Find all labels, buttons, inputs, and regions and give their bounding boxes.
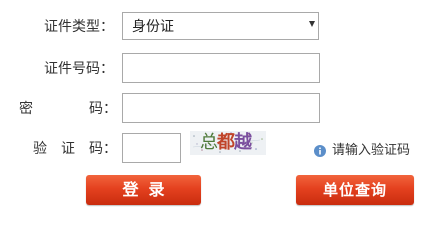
password-label-first: 密: [19, 101, 33, 117]
captcha-label-first: 验: [33, 141, 47, 157]
cert-type-label: 证件类型：: [44, 19, 114, 35]
captcha-char-2: 都: [217, 132, 235, 153]
captcha-input[interactable]: [122, 133, 181, 163]
captcha-char-3: 越: [234, 132, 252, 153]
login-button[interactable]: 登录: [86, 175, 201, 205]
password-input[interactable]: [122, 93, 320, 123]
cert-number-input[interactable]: [122, 53, 320, 83]
unit-query-button[interactable]: 单位查询: [296, 175, 414, 205]
captcha-image[interactable]: 总都越: [190, 131, 266, 155]
captcha-char-1: 总: [200, 132, 218, 153]
password-label-second: 码：: [89, 101, 117, 117]
captcha-label-third: 码：: [89, 141, 117, 157]
info-icon: [314, 145, 326, 157]
login-form: 证件类型： 身份证 证件号码： 密 码： 验 证 码： 总都越 请输入验证码 登…: [0, 0, 441, 209]
captcha-label-second: 证: [61, 141, 75, 157]
captcha-hint-text: 请输入验证码: [332, 143, 411, 158]
cert-type-select[interactable]: 身份证: [122, 12, 319, 40]
cert-type-selected-value: 身份证: [132, 19, 174, 35]
chevron-down-icon: [309, 21, 315, 27]
cert-number-label: 证件号码：: [44, 61, 114, 77]
captcha-text: 总都越: [200, 132, 252, 153]
